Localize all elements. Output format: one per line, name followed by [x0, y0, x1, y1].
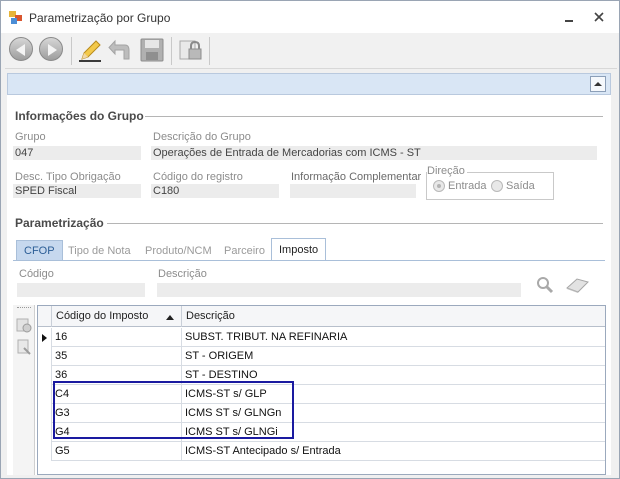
- next-record-button[interactable]: [39, 37, 65, 63]
- title-bar: Parametrização por Grupo: [1, 1, 619, 33]
- cell-descricao[interactable]: ST - ORIGEM: [182, 347, 605, 366]
- info-complementar-field[interactable]: [290, 184, 416, 198]
- radio-saida-label: Saída: [506, 180, 535, 192]
- parametrizacao-title: Parametrização: [15, 216, 104, 230]
- codigo-registro-label: Código do registro: [153, 171, 243, 183]
- close-icon[interactable]: [591, 9, 607, 25]
- radio-saida[interactable]: [491, 180, 503, 192]
- pencil-icon: [79, 40, 101, 62]
- toolbar: [5, 33, 617, 69]
- cell-codigo[interactable]: 16: [52, 328, 182, 347]
- direcao-group: Entrada Saída: [426, 172, 554, 200]
- radio-entrada[interactable]: [433, 180, 445, 192]
- table-row[interactable]: 35 ST - ORIGEM: [38, 347, 605, 366]
- undo-button[interactable]: [107, 37, 133, 63]
- previous-record-button[interactable]: [9, 37, 35, 63]
- row-indicator[interactable]: [38, 347, 52, 366]
- descricao-grupo-label: Descrição do Grupo: [153, 131, 251, 143]
- filter-descricao-input[interactable]: [157, 283, 521, 297]
- edit-button[interactable]: [77, 37, 103, 63]
- column-header-codigo[interactable]: Código do Imposto: [52, 306, 182, 327]
- gear-icon[interactable]: [16, 317, 32, 333]
- sort-ascending-icon: [166, 315, 174, 320]
- tipo-obrigacao-field[interactable]: SPED Fiscal: [13, 184, 141, 198]
- row-indicator[interactable]: [38, 366, 52, 385]
- save-button[interactable]: [139, 37, 165, 63]
- grid-side-toolbar: [13, 305, 35, 475]
- tab-parceiro[interactable]: Parceiro: [216, 240, 273, 261]
- descricao-grupo-field[interactable]: Operações de Entrada de Mercadorias com …: [151, 146, 597, 160]
- row-indicator[interactable]: [38, 442, 52, 461]
- grupo-label: Grupo: [15, 131, 46, 143]
- row-indicator[interactable]: [38, 385, 52, 404]
- current-row-arrow-icon[interactable]: [38, 328, 52, 347]
- tab-produto-ncm[interactable]: Produto/NCM: [137, 240, 220, 261]
- undo-icon: [108, 39, 130, 60]
- filter-codigo-label: Código: [19, 268, 54, 280]
- cell-descricao[interactable]: SUBST. TRIBUT. NA REFINARIA: [182, 328, 605, 347]
- grupo-field[interactable]: 047: [13, 146, 141, 160]
- tab-imposto[interactable]: Imposto: [271, 238, 327, 261]
- lock-button[interactable]: [177, 37, 203, 63]
- filter-descricao-label: Descrição: [158, 268, 207, 280]
- tab-panel-border: [13, 260, 605, 261]
- section-divider: [145, 116, 603, 117]
- info-complementar-label: Informação Complementar: [291, 171, 422, 183]
- cell-descricao[interactable]: ICMS-ST Antecipado s/ Entrada: [182, 442, 605, 461]
- radio-entrada-label: Entrada: [448, 180, 487, 192]
- content-panel: Informações do Grupo Grupo 047 Descrição…: [7, 95, 611, 475]
- row-indicator[interactable]: [38, 423, 52, 442]
- table-row[interactable]: 16 SUBST. TRIBUT. NA REFINARIA: [38, 328, 605, 347]
- arrow-right-icon: [39, 37, 63, 61]
- floppy-disk-icon: [140, 38, 164, 62]
- document-icon[interactable]: [16, 339, 32, 355]
- grip-icon: [17, 307, 31, 309]
- window: Parametrização por Grupo Informações do …: [0, 0, 620, 479]
- highlight-box: [53, 381, 294, 439]
- arrow-left-icon: [9, 37, 33, 61]
- section-divider: [107, 223, 603, 224]
- tab-tipo-de-nota[interactable]: Tipo de Nota: [60, 240, 139, 261]
- column-header-codigo-label: Código do Imposto: [56, 310, 149, 322]
- toolbar-separator: [71, 37, 72, 65]
- app-icon: [9, 11, 23, 24]
- toolbar-separator: [171, 37, 172, 65]
- cell-codigo[interactable]: 35: [52, 347, 182, 366]
- column-header-descricao[interactable]: Descrição: [182, 306, 605, 327]
- tipo-obrigacao-label: Desc. Tipo Obrigação: [15, 171, 121, 183]
- tab-cfop[interactable]: CFOP: [16, 240, 63, 261]
- chevron-up-icon: [594, 82, 602, 86]
- search-icon[interactable]: [536, 276, 554, 294]
- row-indicator[interactable]: [38, 404, 52, 423]
- codigo-registro-field[interactable]: C180: [151, 184, 279, 198]
- row-indicator-header: [38, 306, 52, 327]
- group-info-title: Informações do Grupo: [15, 109, 144, 123]
- collapse-button[interactable]: [590, 76, 606, 92]
- window-title: Parametrização por Grupo: [29, 11, 171, 25]
- eraser-icon[interactable]: [564, 276, 590, 294]
- grid-header: Código do Imposto Descrição: [38, 306, 605, 327]
- filter-codigo-input[interactable]: [17, 283, 145, 297]
- minimize-icon[interactable]: [561, 9, 577, 25]
- lock-icon: [179, 40, 202, 60]
- cell-codigo[interactable]: G5: [52, 442, 182, 461]
- header-strip: [7, 73, 611, 95]
- toolbar-separator: [209, 37, 210, 65]
- table-row[interactable]: G5 ICMS-ST Antecipado s/ Entrada: [38, 442, 605, 461]
